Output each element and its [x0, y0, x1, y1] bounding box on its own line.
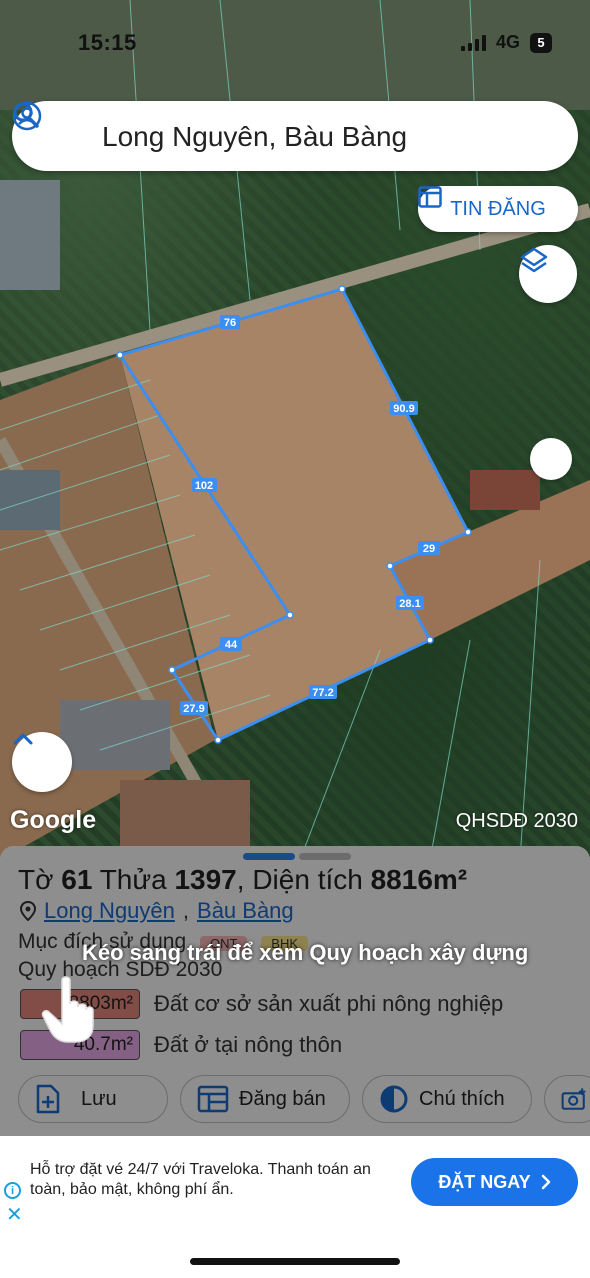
map-building — [120, 780, 250, 850]
add-file-icon — [36, 1084, 60, 1114]
chevron-right-icon — [541, 1174, 550, 1190]
edge-label: 44 — [220, 637, 242, 651]
map-building — [0, 180, 60, 290]
edge-label: 77.2 — [309, 685, 337, 699]
sheet-pager[interactable] — [243, 853, 351, 860]
action-row: Lưu Đăng bán Chú thích — [18, 1075, 590, 1123]
home-area — [0, 1228, 590, 1278]
post-sale-button[interactable]: Đăng bán — [180, 1075, 350, 1123]
signal-icon — [460, 34, 486, 51]
add-photo-icon — [561, 1088, 586, 1110]
svg-text:90.9: 90.9 — [393, 403, 414, 415]
edge-label: 102 — [192, 478, 217, 492]
layers-button[interactable] — [519, 245, 577, 303]
swipe-hint: Kéo sang trái để xem Quy hoạch xây dựng — [82, 940, 529, 965]
listing-icon — [418, 186, 442, 208]
ad-info-icon[interactable]: i — [4, 1182, 21, 1199]
area-desc: Đất ở tại nông thôn — [154, 1032, 343, 1057]
svg-text:27.9: 27.9 — [183, 703, 204, 715]
search-bar[interactable]: Long Nguyên, Bàu Bàng — [12, 101, 578, 171]
status-indicators: 4G 5 — [460, 32, 552, 53]
edge-label: 28.1 — [396, 596, 424, 610]
home-indicator[interactable] — [190, 1258, 400, 1265]
map-building — [470, 470, 540, 510]
ad-close-icon[interactable]: ✕ — [6, 1202, 23, 1227]
svg-text:76: 76 — [224, 317, 236, 329]
svg-text:102: 102 — [195, 480, 213, 492]
edge-label: 90.9 — [390, 401, 418, 415]
tin-dang-label: TIN ĐĂNG — [450, 197, 546, 220]
save-button[interactable]: Lưu — [18, 1075, 168, 1123]
parcel-location: Long Nguyên, Bàu Bàng — [20, 898, 294, 924]
svg-text:29: 29 — [423, 543, 435, 555]
map-view[interactable]: 76 90.9 102 29 28.1 44 77.2 27.9 15:15 4… — [0, 0, 590, 860]
camera-button[interactable] — [544, 1075, 590, 1123]
location-pin-icon — [20, 901, 36, 921]
chevron-up-icon — [13, 733, 33, 745]
svg-text:44: 44 — [225, 639, 238, 651]
expand-up-button[interactable] — [12, 732, 72, 792]
edge-label: 76 — [220, 315, 240, 329]
swipe-hand-icon — [41, 976, 94, 1043]
plan-year-label: QHSDĐ 2030 — [455, 810, 578, 832]
network-label: 4G — [495, 32, 520, 52]
pager-dot[interactable] — [299, 853, 351, 860]
legend-button[interactable]: Chú thích — [362, 1075, 532, 1123]
search-icon[interactable] — [12, 101, 40, 129]
svg-text:28.1: 28.1 — [399, 598, 420, 610]
contrast-icon — [380, 1085, 408, 1113]
ad-cta-button[interactable]: ĐẶT NGAY — [411, 1158, 578, 1206]
map-building — [60, 700, 170, 770]
edge-label: 29 — [418, 541, 440, 555]
parcel-title: Tờ 61 Thửa 1397, Diện tích 8816m² — [18, 864, 468, 895]
search-query[interactable]: Long Nguyên, Bàu Bàng — [102, 121, 407, 153]
layers-icon — [520, 247, 548, 273]
google-watermark: Google — [10, 806, 97, 834]
ad-banner[interactable]: i ✕ Hỗ trợ đặt vé 24/7 với Traveloka. Th… — [0, 1136, 590, 1228]
map-control-dot[interactable] — [530, 438, 572, 480]
battery-icon: 5 — [530, 32, 552, 53]
location-district-link[interactable]: Bàu Bàng — [197, 898, 294, 924]
status-time: 15:15 — [78, 30, 137, 55]
svg-text:77.2: 77.2 — [312, 687, 333, 699]
edge-label: 27.9 — [180, 701, 208, 715]
pager-dot-active[interactable] — [243, 853, 295, 860]
location-ward-link[interactable]: Long Nguyên — [44, 898, 175, 924]
ad-text: Hỗ trợ đặt vé 24/7 với Traveloka. Thanh … — [30, 1161, 371, 1198]
area-desc: Đất cơ sở sản xuất phi nông nghiệp — [154, 991, 504, 1016]
tin-dang-button[interactable]: TIN ĐĂNG — [418, 186, 578, 232]
listing-icon — [197, 1085, 229, 1113]
